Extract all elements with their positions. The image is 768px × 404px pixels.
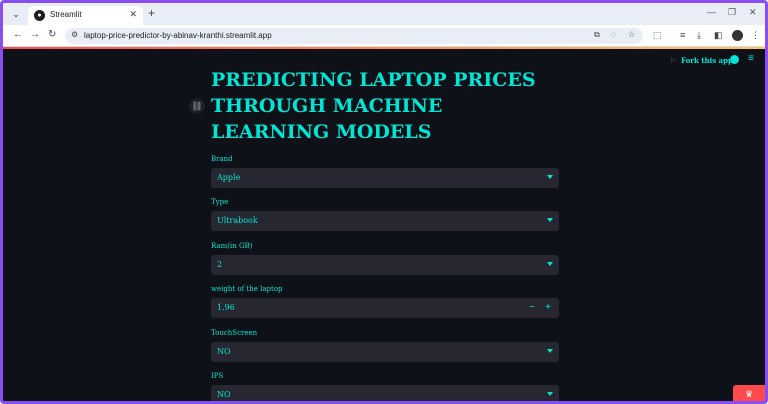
hamburger-icon[interactable]: ≡ [748,53,754,64]
fork-app-link[interactable]: Fork this app [681,56,733,65]
ips-label: IPS [211,372,224,380]
github-icon[interactable] [730,55,739,64]
weight-label: weight of the laptop [211,285,283,293]
chevron-down-icon [547,349,553,353]
page-title: PREDICTING LAPTOP PRICES THROUGH MACHINE… [211,69,536,143]
tab-title: Streamlit [50,10,82,19]
back-icon[interactable]: ← [13,29,23,40]
touchscreen-value: NO [217,347,231,356]
forward-icon[interactable]: → [30,29,40,40]
tab-strip: ⌄ ● Streamlit ✕ + — ❐ ✕ [3,3,765,25]
reload-icon[interactable]: ↻ [48,29,56,40]
weight-value[interactable]: 1.96 [217,303,235,312]
site-info-icon[interactable]: ⚙ [71,30,78,39]
sidebar-icon[interactable]: ◧ [714,30,723,41]
reading-list-icon[interactable]: ≡ [680,30,685,40]
type-select[interactable]: Ultrabook [211,211,559,231]
url-text[interactable]: laptop-price-predictor-by-abinav-kranthi… [84,31,272,40]
type-value: Ultrabook [217,216,258,225]
download-icon[interactable]: ⤓ [697,30,701,41]
tab-streamlit[interactable]: ● Streamlit ✕ [28,6,143,25]
ips-value: NO [217,390,231,399]
minimize-icon[interactable]: — [707,7,716,17]
brand-value: Apple [217,173,241,182]
touchscreen-label: TouchScreen [211,329,258,337]
crown-icon[interactable]: ♛ [733,385,765,401]
brand-label: Brand [211,155,233,163]
avatar[interactable] [732,30,743,41]
streamlit-app: ▷ Fork this app ≡ ⛓ PREDICTING LAPTOP PR… [3,49,765,401]
ram-value: 2 [217,260,223,269]
streamlit-favicon-icon: ● [34,10,45,21]
link-icon[interactable]: ⛓ [189,98,205,114]
new-tab-button[interactable]: + [148,6,155,20]
ips-select[interactable]: NO [211,385,559,401]
restore-icon[interactable]: ❐ [728,7,736,18]
address-bar[interactable]: ⚙ laptop-price-predictor-by-abinav-krant… [65,28,643,44]
ram-select[interactable]: 2 [211,255,559,275]
toolbar: ← → ↻ ⚙ laptop-price-predictor-by-abinav… [3,25,765,47]
decrement-button[interactable]: − [525,301,539,315]
install-icon[interactable]: ⧉ [594,30,600,40]
browser-window: ⌄ ● Streamlit ✕ + — ❐ ✕ ← → ↻ ⚙ laptop-p… [0,0,768,404]
tab-menu-icon[interactable]: ⌄ [9,7,23,21]
brand-select[interactable]: Apple [211,168,559,188]
weight-number-input[interactable]: 1.96 − + [211,298,559,318]
increment-button[interactable]: + [541,301,555,315]
eye-off-icon[interactable]: ◌ [611,30,616,39]
chevron-down-icon [547,262,553,266]
extensions-icon[interactable]: ⬚ [653,30,662,41]
star-icon[interactable]: ☆ [628,30,635,39]
type-label: Type [211,198,229,206]
chevron-down-icon [547,392,553,396]
touchscreen-select[interactable]: NO [211,342,559,362]
chevron-down-icon [547,218,553,222]
close-icon[interactable]: ✕ [129,9,137,20]
kebab-icon[interactable]: ⋮ [751,30,760,41]
window-close-icon[interactable]: ✕ [749,7,757,18]
play-icon: ▷ [671,57,677,64]
chevron-down-icon [547,175,553,179]
ram-label: Ram(in GB) [211,242,253,250]
